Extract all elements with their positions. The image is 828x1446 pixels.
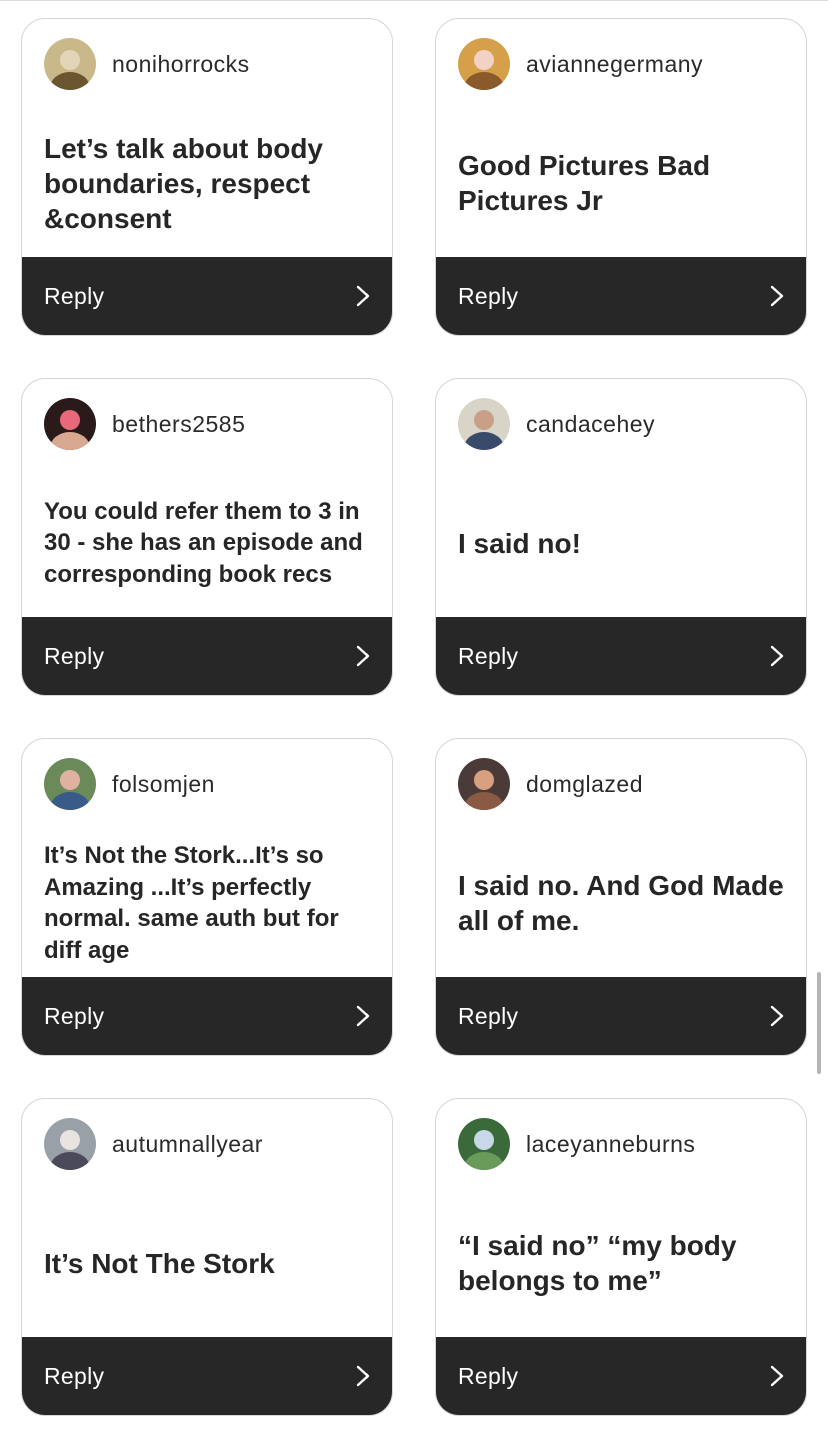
- card-body: Good Pictures Bad Pictures Jr: [458, 109, 786, 257]
- avatar[interactable]: [458, 758, 510, 810]
- reply-button[interactable]: Reply: [22, 977, 392, 1055]
- reply-label: Reply: [44, 1002, 105, 1029]
- card-body: Let’s talk about body boundaries, respec…: [44, 109, 372, 257]
- card-body: It’s Not The Stork: [44, 1189, 372, 1337]
- reply-card: nonihorrocks Let’s talk about body bound…: [21, 18, 393, 336]
- response-text: Let’s talk about body boundaries, respec…: [44, 132, 323, 234]
- avatar-photo-icon: [44, 38, 96, 90]
- avatar[interactable]: [458, 398, 510, 450]
- reply-card: laceyanneburns “I said no” “my body belo…: [435, 1098, 807, 1416]
- reply-label: Reply: [458, 642, 519, 669]
- username[interactable]: bethers2585: [112, 411, 245, 438]
- card-header: candacehey: [458, 398, 655, 450]
- reply-card: aviannegermany Good Pictures Bad Picture…: [435, 18, 807, 336]
- reply-button[interactable]: Reply: [436, 617, 806, 695]
- reply-label: Reply: [44, 642, 105, 669]
- avatar-photo-icon: [44, 398, 96, 450]
- reply-label: Reply: [458, 1002, 519, 1029]
- response-text: You could refer them to 3 in 30 - she ha…: [44, 497, 363, 588]
- chevron-right-icon: [356, 645, 370, 667]
- card-body: I said no. And God Made all of me.: [458, 829, 786, 977]
- reply-card: bethers2585 You could refer them to 3 in…: [21, 378, 393, 696]
- reply-button[interactable]: Reply: [436, 1337, 806, 1415]
- card-body: You could refer them to 3 in 30 - she ha…: [44, 469, 372, 617]
- avatar[interactable]: [458, 38, 510, 90]
- reply-label: Reply: [44, 1362, 105, 1389]
- avatar-photo-icon: [458, 758, 510, 810]
- avatar[interactable]: [44, 758, 96, 810]
- chevron-right-icon: [356, 1365, 370, 1387]
- chevron-right-icon: [770, 1005, 784, 1027]
- avatar-photo-icon: [44, 1118, 96, 1170]
- username[interactable]: candacehey: [526, 411, 655, 438]
- response-text: I said no!: [458, 527, 581, 559]
- reply-button[interactable]: Reply: [22, 257, 392, 335]
- chevron-right-icon: [356, 1005, 370, 1027]
- reply-card: candacehey I said no! Reply: [435, 378, 807, 696]
- reply-card: domglazed I said no. And God Made all of…: [435, 738, 807, 1056]
- chevron-right-icon: [770, 1365, 784, 1387]
- reply-button[interactable]: Reply: [22, 1337, 392, 1415]
- username[interactable]: aviannegermany: [526, 51, 703, 78]
- card-header: laceyanneburns: [458, 1118, 695, 1170]
- response-text: It’s Not The Stork: [44, 1247, 275, 1279]
- card-body: It’s Not the Stork...It’s so Amazing ...…: [44, 829, 372, 977]
- response-text: Good Pictures Bad Pictures Jr: [458, 150, 711, 216]
- card-header: folsomjen: [44, 758, 215, 810]
- chevron-right-icon: [770, 645, 784, 667]
- reply-card: folsomjen It’s Not the Stork...It’s so A…: [21, 738, 393, 1056]
- username[interactable]: domglazed: [526, 771, 643, 798]
- avatar-photo-icon: [458, 1118, 510, 1170]
- reply-label: Reply: [458, 282, 519, 309]
- chevron-right-icon: [770, 285, 784, 307]
- chevron-right-icon: [356, 285, 370, 307]
- avatar-photo-icon: [458, 38, 510, 90]
- card-body: I said no!: [458, 469, 786, 617]
- reply-button[interactable]: Reply: [436, 257, 806, 335]
- response-text: “I said no” “my body belongs to me”: [458, 1230, 737, 1296]
- card-header: bethers2585: [44, 398, 245, 450]
- top-divider: [0, 0, 828, 1]
- avatar-photo-icon: [44, 758, 96, 810]
- avatar-photo-icon: [458, 398, 510, 450]
- reply-card-grid: nonihorrocks Let’s talk about body bound…: [21, 18, 807, 1416]
- avatar[interactable]: [44, 38, 96, 90]
- username[interactable]: autumnallyear: [112, 1131, 263, 1158]
- reply-label: Reply: [44, 282, 105, 309]
- card-header: nonihorrocks: [44, 38, 250, 90]
- reply-card: autumnallyear It’s Not The Stork Reply: [21, 1098, 393, 1416]
- username[interactable]: laceyanneburns: [526, 1131, 695, 1158]
- card-body: “I said no” “my body belongs to me”: [458, 1189, 786, 1337]
- scrollbar[interactable]: [817, 972, 821, 1074]
- card-header: aviannegermany: [458, 38, 703, 90]
- avatar[interactable]: [458, 1118, 510, 1170]
- response-text: I said no. And God Made all of me.: [458, 870, 784, 936]
- username[interactable]: folsomjen: [112, 771, 215, 798]
- card-header: domglazed: [458, 758, 643, 810]
- card-header: autumnallyear: [44, 1118, 263, 1170]
- avatar[interactable]: [44, 1118, 96, 1170]
- username[interactable]: nonihorrocks: [112, 51, 250, 78]
- avatar[interactable]: [44, 398, 96, 450]
- reply-button[interactable]: Reply: [436, 977, 806, 1055]
- reply-label: Reply: [458, 1362, 519, 1389]
- response-text: It’s Not the Stork...It’s so Amazing ...…: [44, 842, 339, 964]
- reply-button[interactable]: Reply: [22, 617, 392, 695]
